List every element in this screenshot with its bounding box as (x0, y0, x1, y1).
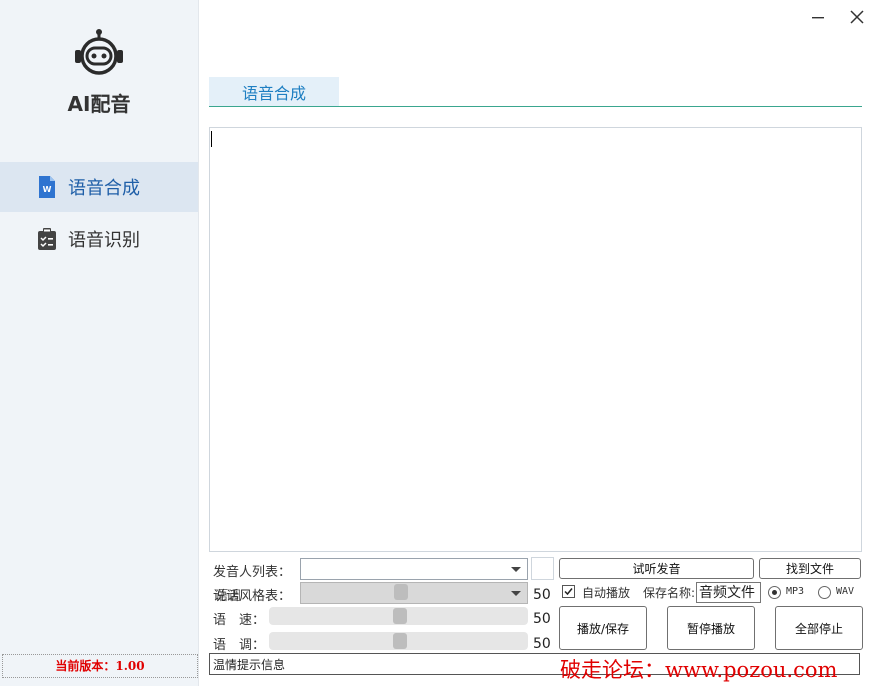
tab-underline (209, 106, 862, 107)
style-overlap-label: 语调 (215, 589, 242, 604)
checkmark-icon (564, 588, 573, 596)
text-caret (211, 131, 212, 147)
style-select[interactable] (300, 582, 528, 604)
format-radio-mp3[interactable] (768, 586, 781, 599)
sidebar-item-label: 语音合成 (68, 178, 140, 199)
pitch-slider-thumb[interactable] (393, 633, 407, 649)
find-file-button[interactable]: 找到文件 (759, 558, 861, 579)
auto-play-label: 自动播放 (582, 586, 631, 600)
format-label-mp3: MP3 (786, 586, 805, 597)
tab-speech-synthesis[interactable]: 语音合成 (209, 77, 339, 107)
speed-label: 语 速： (213, 613, 266, 628)
stop-all-button[interactable]: 全部停止 (775, 606, 863, 650)
pitch-value-number: 50 (533, 636, 551, 652)
auto-play-checkbox[interactable] (562, 585, 575, 598)
format-radio-wav[interactable] (818, 586, 831, 599)
sidebar-item-speech-synthesis[interactable]: W 语音合成 (0, 162, 198, 212)
format-label-wav: WAV (836, 586, 855, 597)
app-title: AI配音 (67, 92, 131, 116)
speaker-list-label: 发音人列表： (213, 565, 292, 580)
speaker-select[interactable] (300, 558, 528, 580)
sidebar: AI配音 W 语音合成 语音识别 当前版本：1.00 (0, 0, 199, 686)
blank-box (531, 557, 554, 580)
sidebar-item-speech-recognition[interactable]: 语音识别 (0, 214, 198, 264)
chevron-down-icon (511, 591, 521, 596)
save-name-label: 保存名称: (643, 586, 696, 600)
word-document-icon: W (36, 176, 58, 198)
minimize-icon[interactable] (810, 8, 826, 26)
watermark-text: 破走论坛：www.pozou.com (560, 658, 838, 682)
clipboard-checklist-icon (36, 228, 58, 250)
style-value-number: 50 (533, 587, 551, 603)
pause-button[interactable]: 暂停播放 (667, 606, 755, 650)
pitch-label: 语 调： (213, 638, 266, 653)
sidebar-item-label: 语音识别 (68, 230, 140, 251)
preview-button[interactable]: 试听发音 (559, 558, 754, 579)
close-icon[interactable] (848, 8, 866, 26)
robot-logo-icon (74, 28, 124, 76)
chevron-down-icon (511, 567, 521, 572)
svg-text:W: W (43, 185, 52, 194)
speed-slider-thumb[interactable] (393, 608, 407, 624)
speed-slider[interactable] (269, 607, 528, 625)
style-slider-thumb[interactable] (394, 584, 408, 600)
play-save-button[interactable]: 播放/保存 (559, 606, 647, 650)
pitch-slider[interactable] (269, 632, 528, 650)
speed-value-number: 50 (533, 611, 551, 627)
text-input-area[interactable] (209, 127, 862, 552)
save-name-input[interactable]: 音频文件 (696, 582, 761, 603)
version-label: 当前版本：1.00 (2, 654, 198, 678)
